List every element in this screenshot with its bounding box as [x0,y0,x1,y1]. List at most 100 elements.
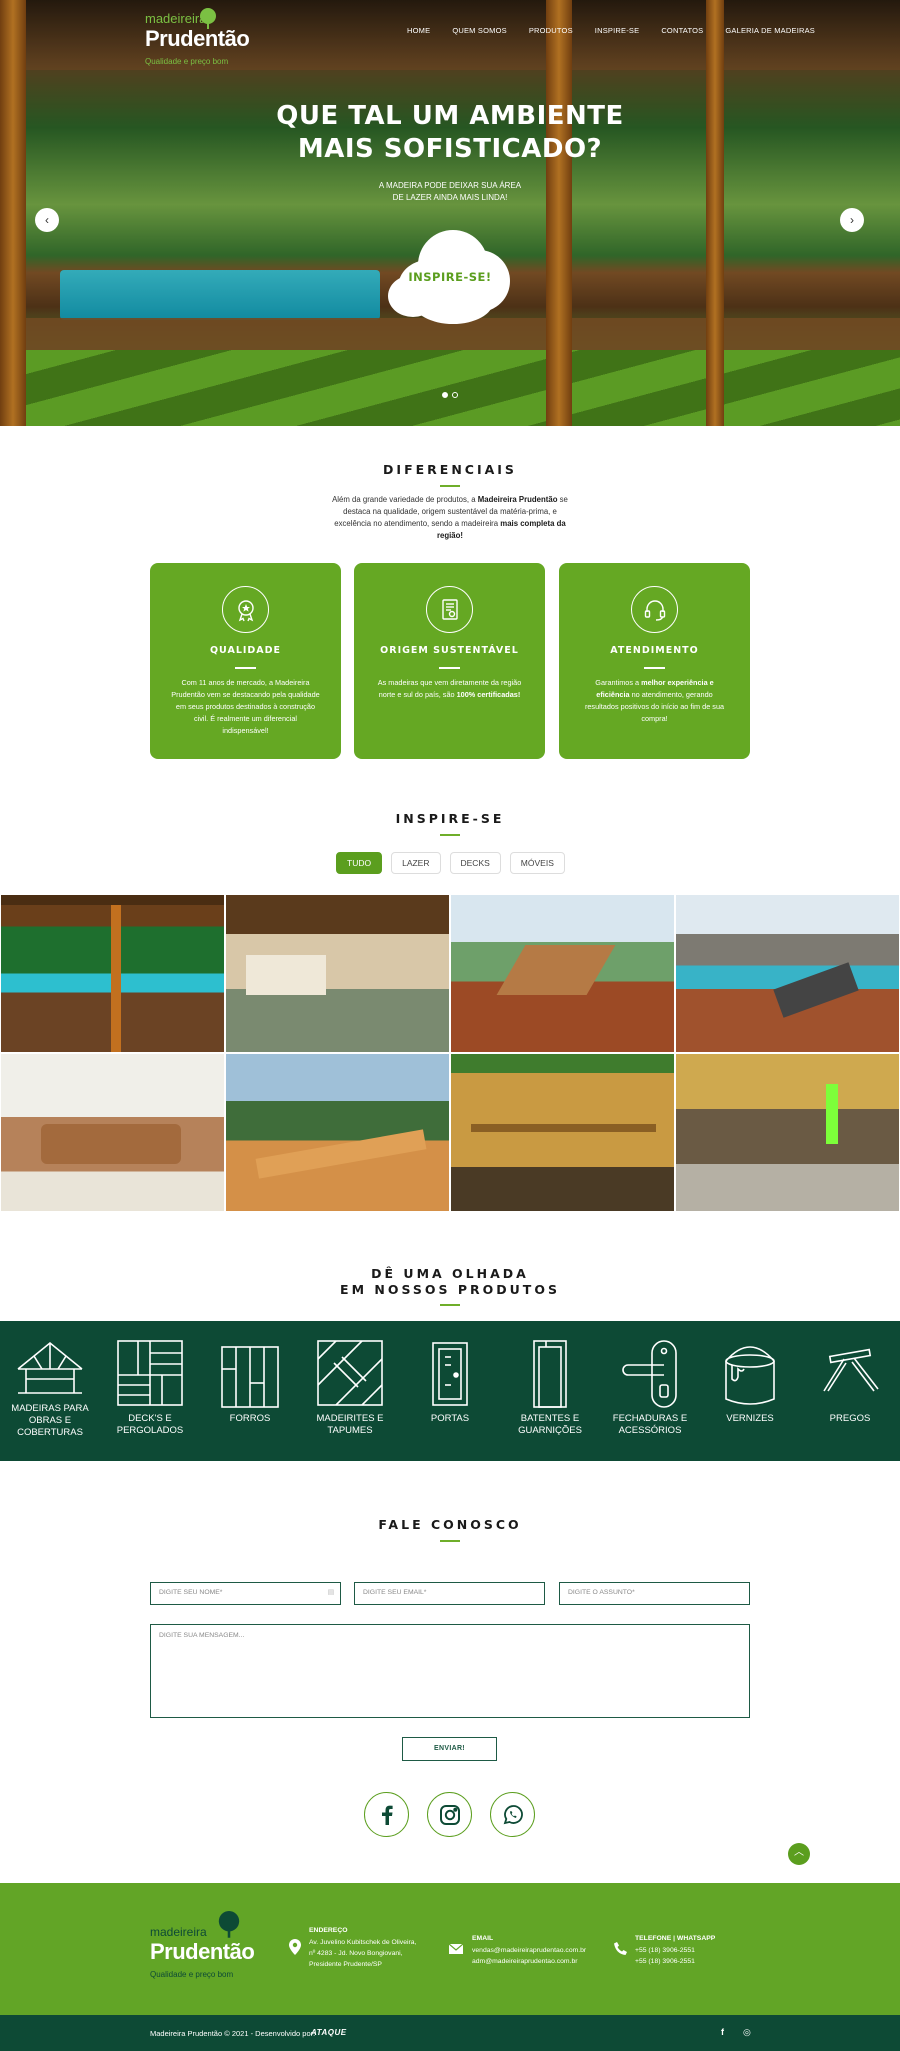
name-placeholder: DIGITE SEU NOME* [159,1589,223,1596]
product-label: FECHADURAS E ACESSÓRIOS [612,1413,688,1436]
award-icon [222,586,269,633]
agency-link[interactable]: ATAQUE [311,2028,347,2037]
phone-icon [614,1942,627,1955]
tab-lazer[interactable]: LAZER [391,852,441,874]
varnish-can-icon [725,1346,775,1405]
tab-decks[interactable]: DECKS [449,852,501,874]
facebook-link[interactable] [364,1792,409,1837]
slider-dots [442,392,458,398]
footer-address: ENDEREÇO Av. Juvelino Kubitschek de Oliv… [309,1925,416,1970]
product-decks[interactable]: DECK'S E PERGOLADOS [100,1321,200,1461]
nav-quem-somos[interactable]: QUEM SOMOS [452,26,507,35]
hero-title-line: QUE TAL UM AMBIENTE [276,101,624,131]
hero-title: QUE TAL UM AMBIENTE MAIS SOFISTICADO? [250,100,650,166]
nav-contatos[interactable]: CONTATOS [661,26,703,35]
copyright-bar: Madeireira Prudentão © 2021 - Desenvolvi… [0,2015,900,2051]
products-title: DÊ UMA OLHADA EM NOSSOS PRODUTOS [0,1266,900,1298]
gallery-filter-tabs: TUDO LAZER DECKS MÓVEIS [336,852,565,874]
door-icon [432,1342,468,1406]
whatsapp-icon [503,1805,523,1825]
gallery-image-wood-house[interactable] [225,894,450,1053]
hero-overlay [0,0,900,426]
card-title: ATENDIMENTO [610,645,699,656]
contact-title: FALE CONOSCO [378,1517,522,1532]
copyright-text: Madeireira Prudentão © 2021 - Desenvolvi… [150,2029,316,2038]
hero-subtitle: A MADEIRA PODE DEIXAR SUA ÁREA DE LAZER … [360,180,540,204]
product-pregos[interactable]: PREGOS [800,1321,900,1461]
phone-title: TELEFONE | WHATSAPP [635,1935,716,1942]
nav-produtos[interactable]: PRODUTOS [529,26,573,35]
gallery-image-deck-chair[interactable] [450,894,675,1053]
instagram-link[interactable] [427,1792,472,1837]
subject-placeholder: DIGITE O ASSUNTO* [568,1589,635,1596]
scroll-to-top-button[interactable]: ︿ [788,1843,810,1865]
gallery-image-bench[interactable] [450,1053,675,1212]
gallery-image-pergola-pool[interactable] [0,894,225,1053]
email-field[interactable]: DIGITE SEU EMAIL* [354,1582,545,1605]
nav-galeria[interactable]: GALERIA DE MADEIRAS [725,26,815,35]
slider-dot[interactable] [452,392,458,398]
footer-facebook-icon[interactable]: f [721,2027,724,2037]
product-forros[interactable]: FORROS [200,1321,300,1461]
intro-brand: Madeireira Prudentão [477,495,558,504]
gallery-image-living-room[interactable] [0,1053,225,1212]
address-line: Presidente Prudente/SP [309,1961,382,1968]
whatsapp-link[interactable] [490,1792,535,1837]
ceiling-panel-icon [221,1346,279,1408]
inspire-cta-button[interactable]: INSPIRE-SE! [388,225,512,325]
product-batentes[interactable]: BATENTES E GUARNIÇÕES [500,1321,600,1461]
product-portas[interactable]: PORTAS [400,1321,500,1461]
product-label: FORROS [229,1413,271,1424]
send-button[interactable]: ENVIAR! [402,1737,497,1761]
tab-tudo[interactable]: TUDO [336,852,383,874]
plywood-icon [317,1340,383,1406]
card-text: Garantimos a melhor experiência e eficiê… [579,677,730,725]
phone-link[interactable]: +55 (18) 3906-2551 [635,1956,715,1967]
diferenciais-title: DIFERENCIAIS [383,462,517,477]
nav-home[interactable]: HOME [407,26,430,35]
card-text: Com 11 anos de mercado, a Madeireira Pru… [171,678,320,735]
footer-logo-tagline: Qualidade e preço bom [150,1970,234,1979]
card-title: ORIGEM SUSTENTÁVEL [380,645,519,656]
email-link[interactable]: vendas@madeireiraprudentao.com.br [472,1945,586,1956]
card-text-part: Garantimos a [595,678,642,687]
gallery-image-lounger[interactable] [225,1053,450,1212]
slider-prev-button[interactable]: ‹ [35,208,59,232]
footer-logo-top: madeireira [150,1925,207,1939]
phone-link[interactable]: +55 (18) 3906-2551 [635,1945,715,1956]
card-text: As madeiras que vem diretamente da regiã… [374,677,525,701]
footer-logo[interactable]: madeireira Prudentão Qualidade e preço b… [150,1911,260,1979]
slider-dot[interactable] [442,392,448,398]
instagram-icon [440,1805,460,1825]
deck-icon [117,1340,183,1406]
products-band: MADEIRAS PARA OBRAS E COBERTURAS DECK'S … [0,1321,900,1461]
gallery-image-wood-interior[interactable] [675,1053,900,1212]
hero-banner: madeireira Prudentão Qualidade e preço b… [0,0,900,426]
product-madeirites[interactable]: MADEIRITES E TAPUMES [300,1321,400,1461]
hero-title-line: MAIS SOFISTICADO? [297,134,603,164]
product-label: PREGOS [829,1413,871,1424]
slider-next-button[interactable]: › [840,208,864,232]
footer-instagram-icon[interactable]: ◎ [743,2027,751,2038]
address-line: Av. Juvelino Kubitschek de Oliveira, [309,1939,417,1946]
product-madeiras[interactable]: MADEIRAS PARA OBRAS E COBERTURAS [0,1321,100,1461]
address-title: ENDEREÇO [309,1927,348,1934]
gallery-image-pool-deck[interactable] [675,894,900,1053]
facebook-icon [382,1805,393,1825]
product-fechaduras[interactable]: FECHADURAS E ACESSÓRIOS [600,1321,700,1461]
tab-moveis[interactable]: MÓVEIS [509,852,565,874]
products-title-line: EM NOSSOS PRODUTOS [340,1282,560,1297]
product-label: VERNIZES [726,1413,774,1424]
subject-field[interactable]: DIGITE O ASSUNTO* [559,1582,750,1605]
door-handle-icon [622,1340,677,1408]
card-divider [644,667,665,669]
product-vernizes[interactable]: VERNIZES [700,1321,800,1461]
nails-icon [823,1348,879,1392]
message-field[interactable]: DIGITE SUA MENSAGEM... [150,1624,750,1718]
email-link[interactable]: adm@madeireiraprudentao.com.br [472,1956,586,1967]
nav-inspire-se[interactable]: INSPIRE-SE [595,26,640,35]
location-pin-icon [289,1939,301,1955]
header-logo[interactable]: madeireira Prudentão Qualidade e preço b… [145,8,250,66]
feature-card-atendimento: ATENDIMENTO Garantimos a melhor experiên… [559,563,750,759]
name-field[interactable]: DIGITE SEU NOME* ▤ [150,1582,341,1605]
